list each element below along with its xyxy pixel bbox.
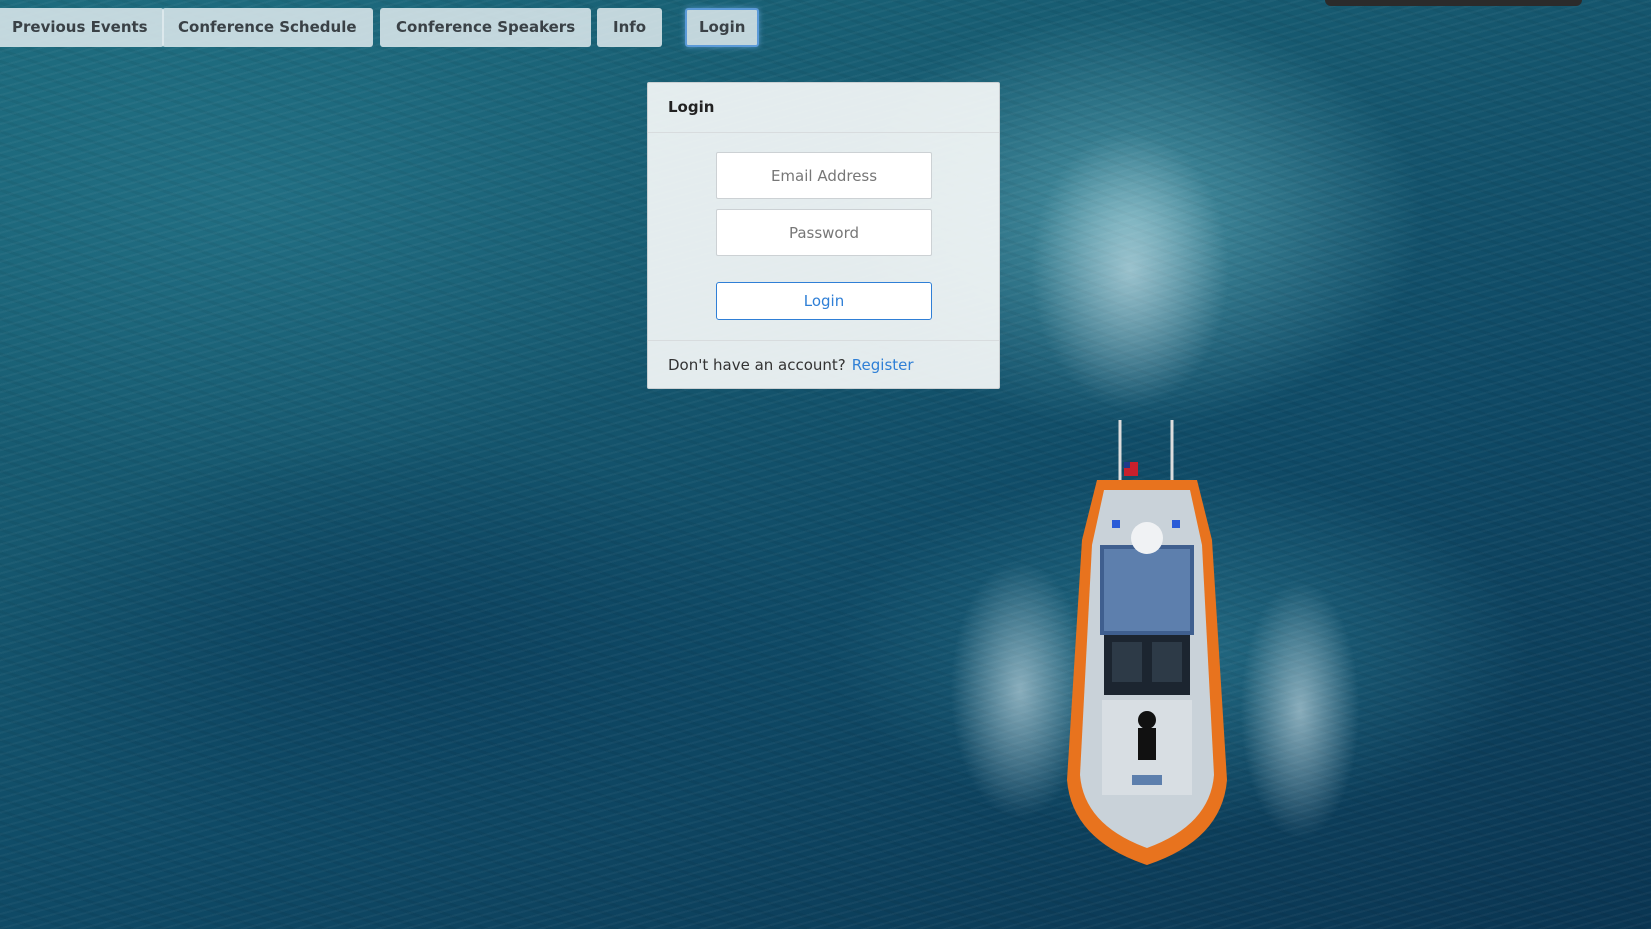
login-submit-button[interactable]: Login: [716, 282, 932, 320]
boat-image: [1067, 420, 1227, 865]
wake-foam: [1030, 130, 1230, 410]
login-card-title: Login: [648, 83, 999, 133]
register-link[interactable]: Register: [852, 356, 914, 374]
nav-info[interactable]: Info: [597, 8, 663, 47]
nav-login[interactable]: Login: [685, 8, 760, 47]
nav-conference-speakers[interactable]: Conference Speakers: [380, 8, 592, 47]
nav-conference-schedule[interactable]: Conference Schedule: [162, 8, 373, 47]
password-field[interactable]: [716, 209, 932, 256]
top-edge-bar: [1325, 0, 1582, 6]
nav-previous-events[interactable]: Previous Events: [0, 8, 164, 47]
wake-foam: [1240, 580, 1360, 840]
no-account-text: Don't have an account?: [668, 356, 846, 374]
login-card: Login Login Don't have an account? Regist…: [647, 82, 1000, 389]
login-card-footer: Don't have an account? Register: [648, 340, 999, 389]
email-field[interactable]: [716, 152, 932, 199]
